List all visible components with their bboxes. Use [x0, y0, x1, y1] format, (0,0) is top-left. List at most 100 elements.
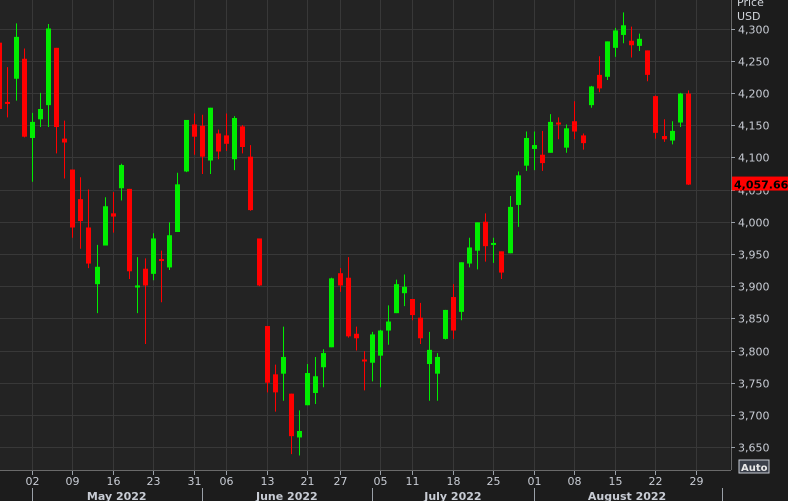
x-tick-label: 01 [528, 475, 542, 488]
candle-body [54, 47, 59, 128]
y-tick-label: 3,700 [738, 410, 770, 423]
candle-body [354, 333, 359, 339]
time-axis[interactable]: 02 09 16 23 31 06 13 21 27 05 11 18 25 01 08 15 22 29 May … [26, 471, 723, 501]
month-label: August 2022 [588, 490, 666, 501]
x-tick-label: 31 [188, 475, 202, 488]
last-price-label: 4,057.66 [732, 176, 788, 192]
auto-scale-button[interactable]: Auto [738, 459, 770, 474]
candle[interactable] [265, 326, 270, 393]
candle-body [5, 101, 10, 104]
plot-area[interactable] [0, 0, 730, 470]
candle-body [208, 107, 213, 161]
candle-body [370, 334, 375, 363]
candle[interactable] [686, 90, 691, 185]
candle-body [451, 297, 456, 331]
x-tick-label: 06 [220, 475, 234, 488]
candle-body [200, 125, 205, 157]
candle[interactable] [184, 119, 189, 173]
x-tick-label: 15 [609, 475, 623, 488]
candle-body [459, 262, 464, 312]
x-tick-label: 18 [447, 475, 461, 488]
candle-body [362, 359, 367, 362]
y-tick-label: 4,150 [738, 120, 770, 133]
candle[interactable] [127, 188, 132, 280]
candle-body [248, 156, 253, 211]
candle-body [678, 93, 683, 123]
month-label: May 2022 [87, 490, 147, 501]
x-tick-label: 16 [107, 475, 121, 488]
candle-body [167, 235, 172, 268]
candle-body [232, 118, 237, 160]
candle[interactable] [678, 92, 683, 128]
candle-body [499, 251, 504, 273]
price-axis-header-line2: USD [737, 10, 761, 23]
candle[interactable] [605, 41, 610, 81]
candle-body [540, 154, 545, 164]
price-axis[interactable]: 4,3004,2504,2004,1504,1004,0504,0003,950… [731, 24, 770, 455]
candle-body [240, 126, 245, 147]
candle-body [597, 74, 602, 89]
candle-body [297, 431, 302, 438]
candle-body [30, 121, 35, 138]
candle-body [305, 373, 310, 406]
candle-body [216, 133, 221, 152]
x-tick-label: 02 [26, 475, 40, 488]
candle-body [257, 238, 262, 286]
candle-body [103, 206, 108, 246]
candle[interactable] [394, 279, 399, 314]
x-tick-label: 23 [147, 475, 161, 488]
candle-body [192, 124, 197, 137]
candle-body [378, 330, 383, 356]
month-label: July 2022 [423, 490, 481, 501]
candle-body [0, 42, 2, 109]
price-axis-header-line1: Price [737, 0, 764, 9]
candle[interactable] [653, 95, 658, 139]
candle[interactable] [151, 233, 156, 281]
candle-body [159, 259, 164, 262]
candle-body [78, 199, 83, 222]
x-tick-label: 25 [487, 475, 501, 488]
candle-body [483, 221, 488, 247]
candle-body [670, 130, 675, 141]
candle-body [427, 349, 432, 365]
x-tick-label: 22 [649, 475, 663, 488]
candle-body [491, 242, 496, 245]
y-tick-label: 4,100 [738, 152, 770, 165]
last-price-value: 4,057.66 [734, 179, 788, 192]
candle-body [686, 93, 691, 185]
candle-body [516, 175, 521, 205]
y-tick-label: 3,950 [738, 249, 770, 262]
candle-body [38, 109, 43, 120]
candle-body [613, 30, 618, 48]
y-tick-label: 3,900 [738, 281, 770, 294]
candle-body [46, 28, 51, 106]
candle-body [645, 50, 650, 75]
candle[interactable] [22, 48, 27, 138]
candle[interactable] [329, 277, 334, 348]
candle[interactable] [0, 42, 2, 109]
candle-body [135, 285, 140, 288]
candle-body [662, 136, 667, 140]
month-label: June 2022 [255, 490, 318, 501]
candlestick-chart: 4,3004,2504,2004,1504,1004,0504,0003,950… [0, 0, 788, 501]
x-tick-label: 11 [406, 475, 420, 488]
candle[interactable] [589, 85, 594, 108]
candle[interactable] [257, 238, 262, 287]
candle-body [127, 188, 132, 272]
candle-body [281, 356, 286, 374]
candle-body [143, 268, 148, 286]
candle-body [321, 353, 326, 368]
candle-body [394, 284, 399, 314]
candle[interactable] [459, 262, 464, 321]
y-tick-label: 4,300 [738, 24, 770, 37]
candle-body [224, 135, 229, 144]
candle-body [467, 247, 472, 264]
candle-body [435, 356, 440, 374]
candle-body [289, 393, 294, 437]
candle-body [70, 169, 75, 228]
y-tick-label: 3,650 [738, 442, 770, 455]
candle-body [629, 40, 634, 46]
candle[interactable] [443, 309, 448, 340]
x-tick-label: 29 [690, 475, 704, 488]
candle-body [273, 374, 278, 393]
